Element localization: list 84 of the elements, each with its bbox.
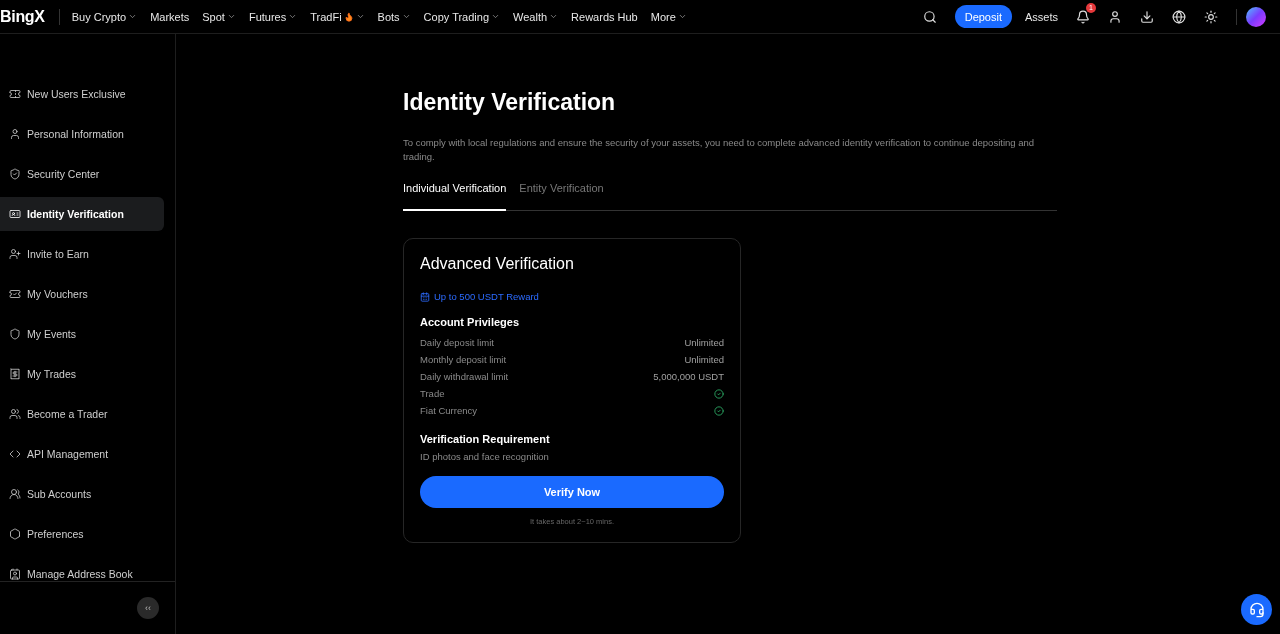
sun-icon (1204, 9, 1218, 24)
sidebar-item[interactable]: My Trades (0, 357, 164, 391)
logo[interactable]: BingX (0, 8, 60, 25)
privilege-value: Unlimited (684, 337, 724, 348)
nav-link[interactable]: Futures (248, 10, 298, 23)
globe-icon (1172, 9, 1186, 24)
section-title: Account Privileges (420, 316, 521, 328)
flame-icon (343, 11, 354, 22)
privilege-label: Trade (420, 388, 445, 399)
search-button[interactable] (922, 9, 937, 24)
user-button[interactable] (1108, 9, 1122, 24)
bell-icon (1076, 9, 1090, 24)
collapse-button[interactable]: ‹‹ (137, 597, 159, 619)
privilege-value: 5,000,000 USDT (653, 371, 724, 382)
nav-link[interactable]: Spot (202, 10, 236, 23)
caret-icon (677, 12, 687, 21)
nav-link[interactable]: Wealth (513, 10, 559, 23)
ticket-icon (9, 88, 21, 100)
privilege-label: Fiat Currency (420, 405, 477, 416)
caret-icon (288, 12, 298, 21)
caret-icon (401, 12, 411, 21)
sidebar-item[interactable]: New Users Exclusive (0, 77, 164, 111)
id-card-icon (9, 208, 21, 220)
nav-link[interactable]: Markets (150, 10, 190, 23)
sidebar-item[interactable]: Invite to Earn (0, 237, 164, 271)
sidebar-item[interactable]: Become a Trader (0, 397, 164, 431)
user-plus-icon (9, 248, 21, 260)
verify-button[interactable]: Verify Now (420, 476, 724, 508)
shield-icon (9, 328, 21, 340)
sidebar-item[interactable]: Security Center (0, 157, 164, 191)
check-icon (714, 405, 724, 416)
section-title: Verification Requirement (420, 433, 551, 445)
shield-check-icon (9, 168, 21, 180)
download-icon (1140, 9, 1154, 24)
caret-icon (549, 12, 559, 21)
nav-link[interactable]: More (650, 10, 687, 23)
privilege-value: Unlimited (684, 354, 724, 365)
language-button[interactable] (1172, 9, 1186, 24)
sidebar-item[interactable]: Personal Information (0, 117, 164, 151)
description: To comply with local regulations and ensure the security of your assets, you need to complete advanced identity verification to continue depositing and trading. (403, 136, 1036, 164)
sidebar-item[interactable]: Identity Verification (0, 197, 164, 231)
nav-link[interactable]: Buy Crypto (71, 10, 138, 23)
code-icon (9, 448, 21, 460)
sidebar-item[interactable]: API Management (0, 437, 164, 471)
nav-link[interactable]: Bots (377, 10, 411, 23)
requirement-text: ID photos and face recognition (420, 451, 550, 462)
privilege-label: Daily withdrawal limit (420, 371, 509, 382)
deposit-button[interactable]: Deposit (954, 5, 1012, 28)
headset-icon (1248, 601, 1265, 618)
calendar-icon (420, 291, 430, 302)
nav-link[interactable]: Copy Trading (423, 10, 501, 23)
support-button[interactable] (1241, 594, 1272, 625)
contact-card-icon (9, 568, 21, 580)
privilege-label: Daily deposit limit (420, 337, 494, 348)
sidebar-item[interactable]: My Events (0, 317, 164, 351)
avatar-icon[interactable] (1246, 6, 1266, 27)
tab[interactable]: Individual Verification (403, 182, 507, 211)
search-icon (922, 9, 937, 24)
nav-link[interactable]: Rewards Hub (571, 10, 638, 23)
receipt-icon (9, 368, 21, 380)
nav-link[interactable]: TradFi (310, 10, 365, 23)
sidebar-item[interactable]: My Vouchers (0, 277, 164, 311)
user-icon (1108, 9, 1122, 24)
card-title: Advanced Verification (420, 255, 575, 273)
caret-icon (128, 12, 138, 21)
users-icon (9, 488, 21, 500)
sidebar-item[interactable]: Manage Address Book (0, 557, 164, 581)
privilege-label: Monthly deposit limit (420, 354, 507, 365)
user-icon (9, 128, 21, 140)
reward-text: Up to 500 USDT Reward (434, 291, 539, 302)
caret-icon (491, 12, 501, 21)
theme-button[interactable] (1204, 9, 1218, 24)
sidebar-item[interactable]: Sub Accounts (0, 477, 164, 511)
hexagon-icon (9, 528, 21, 540)
caret-icon (355, 12, 365, 21)
users-icon (9, 408, 21, 420)
page-title: Identity Verification (403, 89, 617, 116)
assets-link[interactable]: Assets (1025, 10, 1058, 23)
check-icon (714, 388, 724, 399)
download-button[interactable] (1140, 9, 1154, 24)
sidebar-item[interactable]: Preferences (0, 517, 164, 551)
caret-icon (226, 12, 236, 21)
ticket-icon (9, 288, 21, 300)
tab[interactable]: Entity Verification (519, 182, 604, 211)
